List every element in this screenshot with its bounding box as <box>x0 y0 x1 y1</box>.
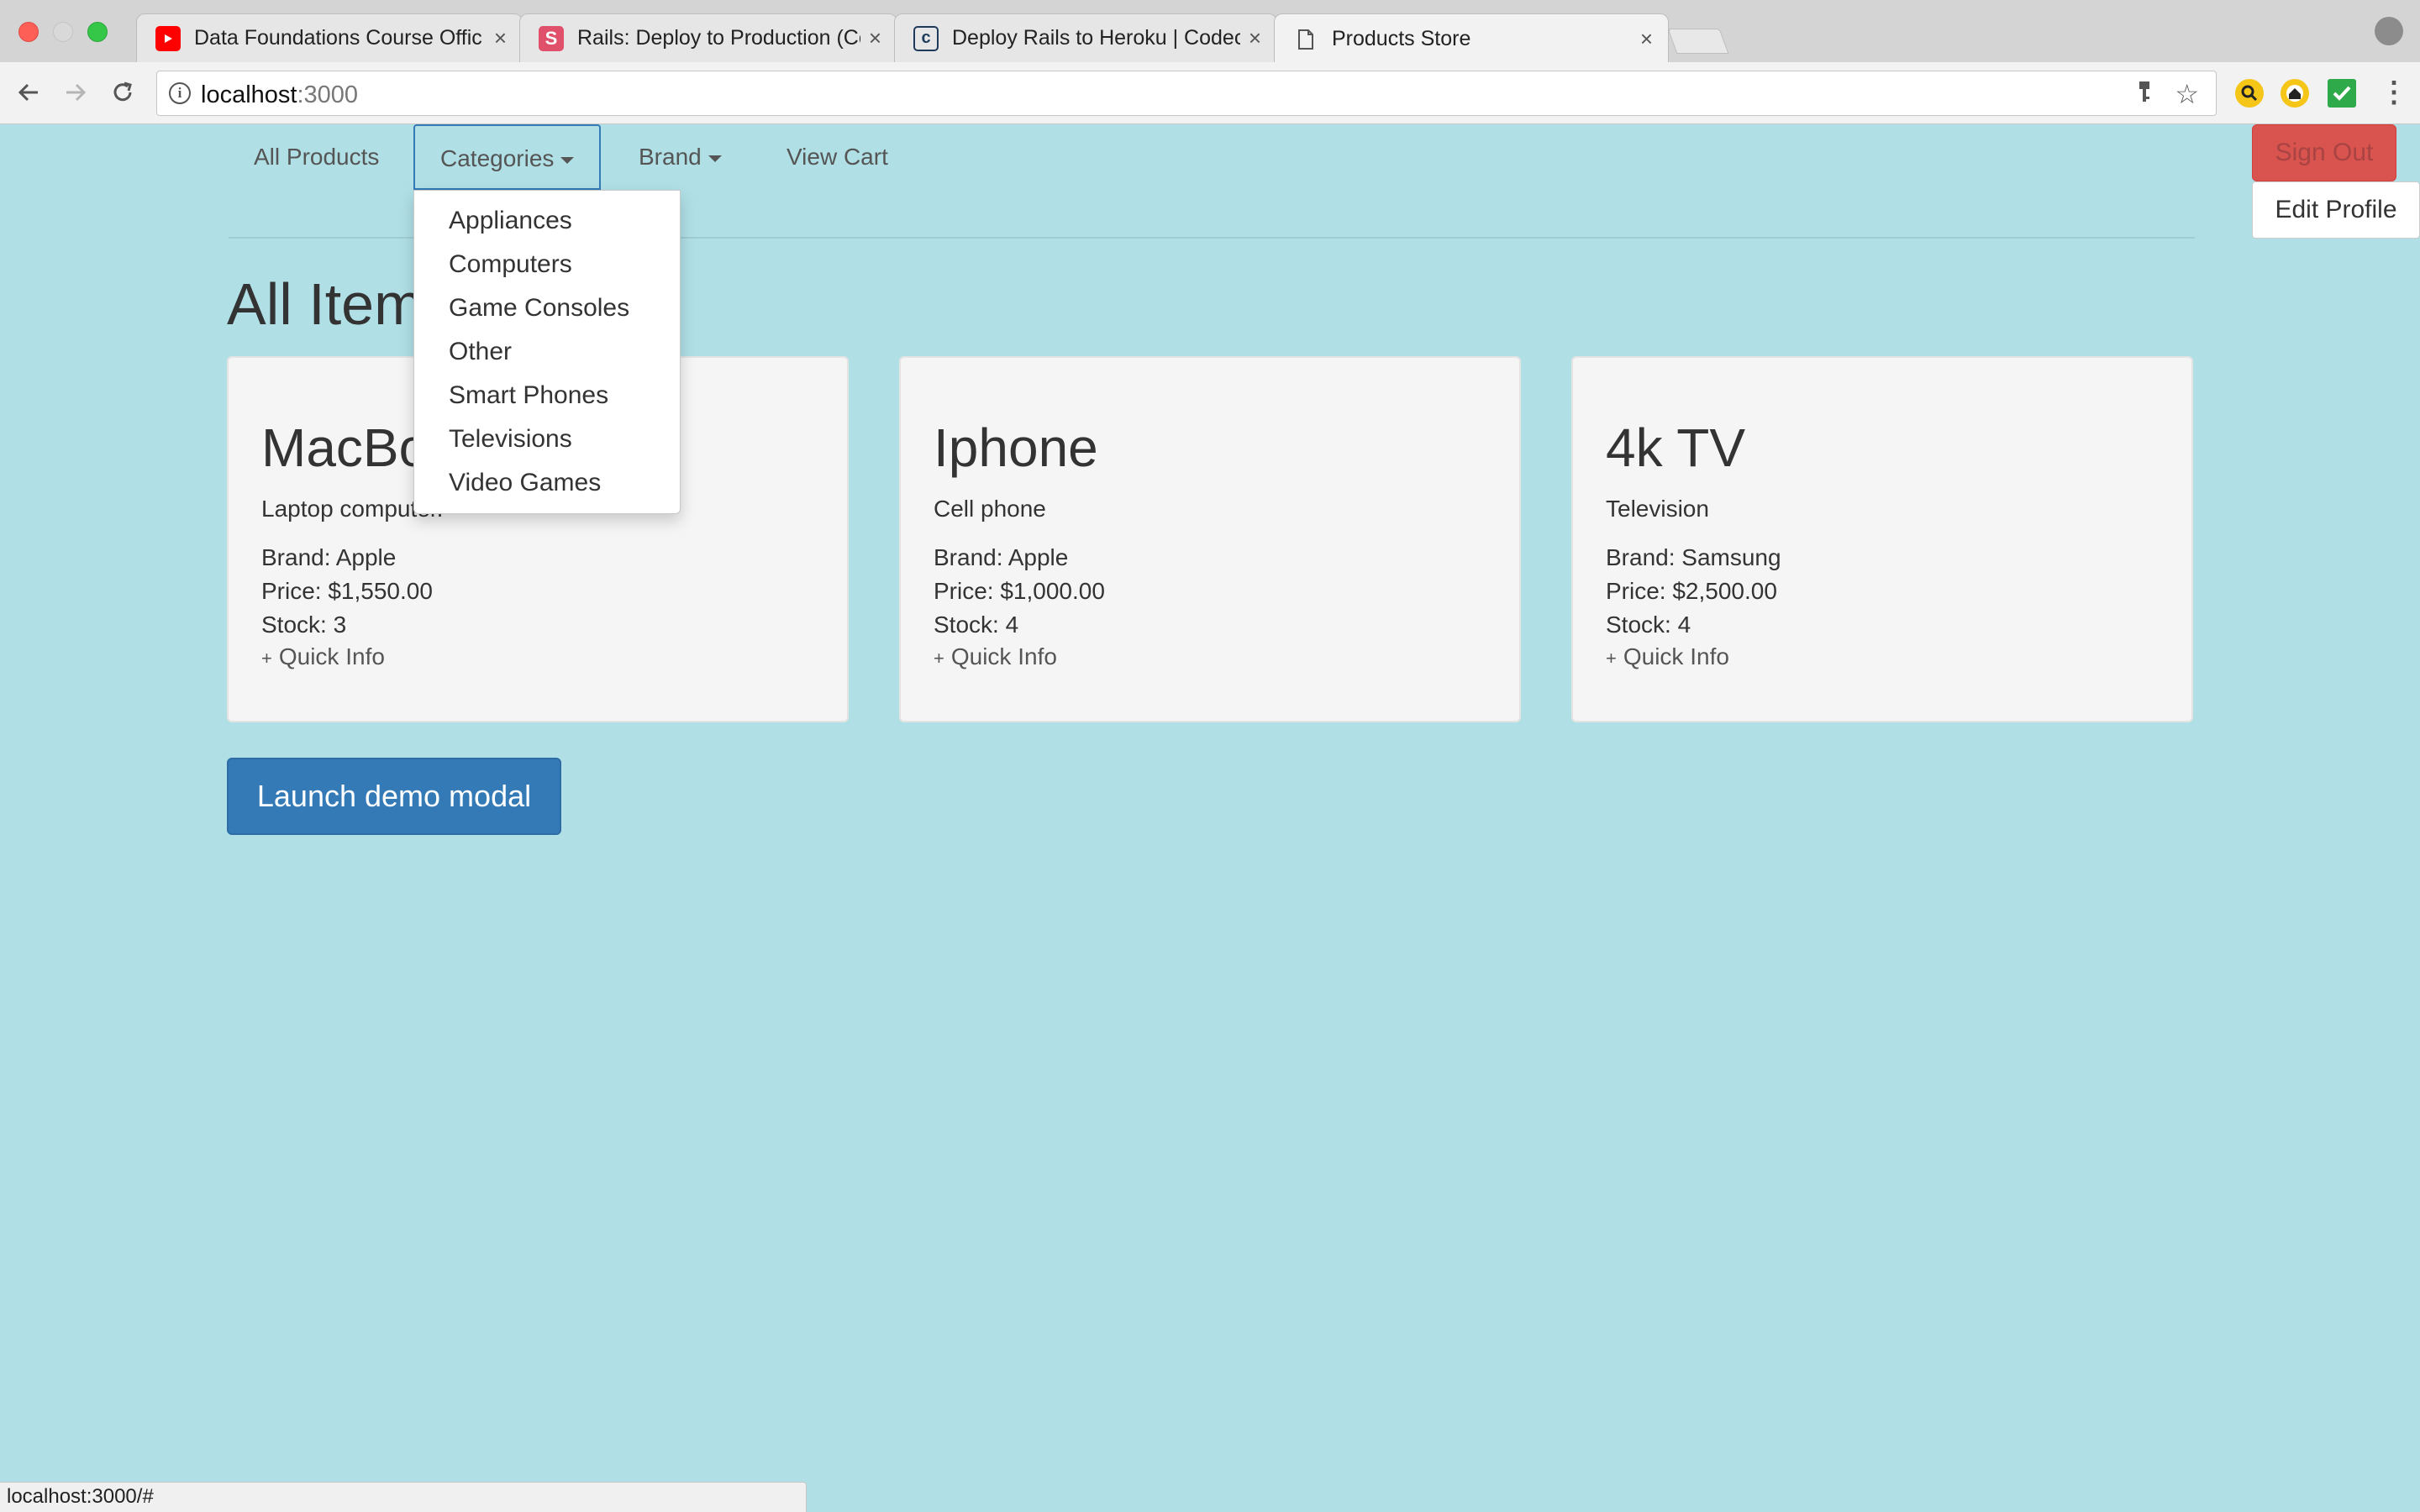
product-card: Iphone Cell phone Brand: Apple Price: $1… <box>899 356 1521 722</box>
url-text: localhost:3000 <box>201 81 359 108</box>
tab-close-icon[interactable]: × <box>1640 26 1653 52</box>
browser-toolbar: i localhost:3000 ☆ ⋮ <box>0 62 2420 124</box>
dropdown-item-televisions[interactable]: Televisions <box>414 417 680 461</box>
quick-info-link[interactable]: + Quick Info <box>261 643 385 670</box>
product-description: Cell phone <box>934 496 1046 522</box>
plus-icon: + <box>261 648 272 669</box>
caret-down-icon <box>708 155 722 162</box>
browser-tab-rails-deploy[interactable]: S Rails: Deploy to Production (Co × <box>519 13 897 62</box>
nav-brand-toggle[interactable]: Brand <box>613 124 747 190</box>
product-brand: Brand: Apple <box>261 544 397 570</box>
page-content: All Products Categories Brand View Cart … <box>0 124 2420 1512</box>
address-bar[interactable]: i localhost:3000 ☆ <box>156 71 2217 116</box>
product-stock: Stock: 4 <box>1606 612 1691 638</box>
dropdown-item-video-games[interactable]: Video Games <box>414 461 680 505</box>
bookmark-star-icon[interactable]: ☆ <box>2175 78 2199 110</box>
tab-close-icon[interactable]: × <box>1249 25 1261 51</box>
product-name: 4k TV <box>1606 417 1745 478</box>
tab-title: Rails: Deploy to Production (Co <box>577 26 860 50</box>
product-price: Price: $1,000.00 <box>934 578 1105 604</box>
tab-title: Deploy Rails to Heroku | Codec <box>952 26 1240 50</box>
caret-down-icon <box>560 156 575 164</box>
status-bar-url: localhost:3000/# <box>0 1482 807 1512</box>
maximize-window-button[interactable] <box>87 22 108 42</box>
nav-categories-toggle[interactable]: Categories <box>413 124 602 190</box>
tab-title: Products Store <box>1332 27 1471 50</box>
minimize-window-button[interactable] <box>53 22 73 42</box>
dropdown-item-game-consoles[interactable]: Game Consoles <box>414 286 680 330</box>
quick-info-link[interactable]: + Quick Info <box>1606 643 1729 670</box>
browser-tab-strip: Data Foundations Course Offic × S Rails:… <box>0 0 2420 64</box>
document-icon <box>1293 27 1318 52</box>
product-card: 4k TV Television Brand: Samsung Price: $… <box>1571 356 2193 722</box>
browser-tab-heroku[interactable]: c Deploy Rails to Heroku | Codec × <box>894 13 1277 62</box>
categories-dropdown-menu: Appliances Computers Game Consoles Other… <box>413 190 681 514</box>
home-extension-icon[interactable] <box>2281 79 2309 108</box>
forward-arrow-icon[interactable] <box>57 74 94 111</box>
info-icon[interactable]: i <box>169 82 191 104</box>
nav-brand-label: Brand <box>639 144 702 170</box>
product-description: Television <box>1606 496 1709 522</box>
dropdown-item-smart-phones[interactable]: Smart Phones <box>414 374 680 417</box>
product-stock: Stock: 3 <box>261 612 347 638</box>
tab-title: Data Foundations Course Offic <box>194 26 482 50</box>
browser-tab-products-store[interactable]: Products Store × <box>1274 13 1669 64</box>
product-name: Iphone <box>934 417 1098 478</box>
close-window-button[interactable] <box>18 22 39 42</box>
product-price: Price: $1,550.00 <box>261 578 433 604</box>
browser-tab-data-foundations[interactable]: Data Foundations Course Offic × <box>136 13 523 62</box>
product-brand: Brand: Samsung <box>1606 544 1781 570</box>
dropdown-item-appliances[interactable]: Appliances <box>414 199 680 243</box>
edit-profile-button[interactable]: Edit Profile <box>2252 181 2420 239</box>
product-price: Price: $2,500.00 <box>1606 578 1777 604</box>
new-tab-button[interactable] <box>1667 29 1729 54</box>
profile-icon[interactable] <box>2375 17 2403 45</box>
product-brand: Brand: Apple <box>934 544 1069 570</box>
plus-icon: + <box>1606 648 1617 669</box>
launch-demo-modal-button[interactable]: Launch demo modal <box>227 758 561 835</box>
nav-view-cart[interactable]: View Cart <box>761 124 913 190</box>
nav-all-products[interactable]: All Products <box>229 124 404 190</box>
back-arrow-icon[interactable] <box>10 74 47 111</box>
checkmark-extension-icon[interactable] <box>2328 79 2356 108</box>
reload-icon[interactable] <box>104 74 141 111</box>
dropdown-item-other[interactable]: Other <box>414 330 680 374</box>
nav-categories-label: Categories <box>440 145 555 171</box>
quick-info-link[interactable]: + Quick Info <box>934 643 1057 670</box>
search-extension-icon[interactable] <box>2235 79 2264 108</box>
dropdown-item-computers[interactable]: Computers <box>414 243 680 286</box>
sign-out-button[interactable]: Sign Out <box>2252 124 2396 181</box>
codecademy-icon: c <box>913 25 939 51</box>
tab-close-icon[interactable]: × <box>869 25 881 51</box>
tab-close-icon[interactable]: × <box>494 25 507 51</box>
s-logo-icon: S <box>539 25 564 51</box>
youtube-icon <box>155 25 181 51</box>
plus-icon: + <box>934 648 944 669</box>
key-icon[interactable] <box>2137 80 2152 111</box>
browser-menu-icon[interactable]: ⋮ <box>2380 77 2408 108</box>
product-stock: Stock: 4 <box>934 612 1019 638</box>
